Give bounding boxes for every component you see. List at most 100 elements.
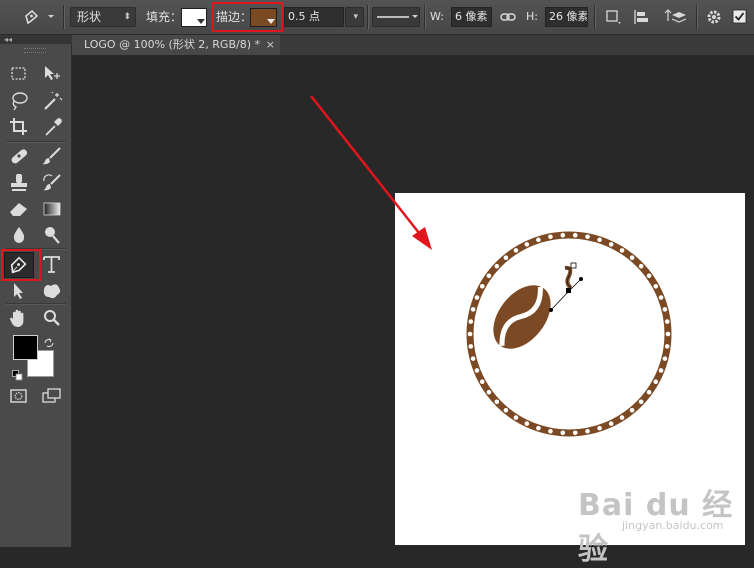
ring-dot <box>548 428 553 434</box>
ring-dot <box>585 234 590 240</box>
ring-dot <box>653 284 659 289</box>
corner-arrow-icon <box>197 19 205 24</box>
ring-dot <box>468 319 474 324</box>
ring-dot <box>494 399 500 405</box>
ring-dot <box>646 273 652 279</box>
ring-dot <box>662 356 668 361</box>
history-brush-icon <box>43 174 61 191</box>
ring-dot <box>629 407 635 413</box>
ring-dot <box>470 307 476 312</box>
hand-icon <box>9 309 24 327</box>
ring-dot <box>664 344 670 349</box>
healing-brush-tool[interactable] <box>7 145 31 167</box>
panel-grip[interactable] <box>24 48 46 53</box>
ring-dot <box>503 255 509 261</box>
eyedropper-icon <box>45 118 62 136</box>
eraser-tool[interactable] <box>7 198 31 220</box>
path-selection-tool[interactable] <box>7 280 31 302</box>
link-icon <box>500 13 516 21</box>
history-brush-tool[interactable] <box>40 172 64 194</box>
bandage-icon <box>11 149 28 164</box>
tool-separator <box>6 141 66 143</box>
eyedropper-tool[interactable] <box>40 116 64 138</box>
fill-label: 填充： <box>146 10 183 24</box>
quick-mask-button[interactable] <box>7 385 31 407</box>
width-field[interactable]: 6 像素 <box>451 7 492 27</box>
blur-tool[interactable] <box>7 224 31 246</box>
fill-swatch[interactable] <box>181 8 207 27</box>
watermark-url: jingyan.baidu.com <box>622 519 724 532</box>
ring-dot <box>486 389 492 395</box>
ring-dot <box>658 295 664 300</box>
pen-tool-highlight-box <box>1 249 41 281</box>
hand-tool[interactable] <box>7 307 31 329</box>
anchor-point[interactable] <box>570 262 577 269</box>
lasso-icon <box>12 92 28 111</box>
path-alignment-button[interactable] <box>631 7 653 27</box>
lasso-tool[interactable] <box>7 90 31 112</box>
magic-wand-icon <box>44 91 63 110</box>
screen-mode-button[interactable] <box>40 385 64 407</box>
stroke-swatch[interactable] <box>250 8 277 27</box>
stroke-width-field[interactable]: 0.5 点 <box>284 7 344 27</box>
ring-dot <box>629 255 635 261</box>
dodge-icon <box>45 227 60 244</box>
type-tool[interactable] <box>40 253 64 275</box>
tool-mode-value: 形状 <box>77 10 102 24</box>
path-arrangement-button[interactable] <box>661 7 687 27</box>
custom-shape-tool[interactable] <box>40 280 64 302</box>
default-colors-button[interactable] <box>12 366 23 381</box>
tool-separator <box>6 303 66 305</box>
foreground-color-swatch[interactable] <box>13 335 38 360</box>
ring-dot <box>638 399 644 405</box>
stroke-style-dropdown[interactable] <box>372 7 420 27</box>
clone-stamp-tool[interactable] <box>7 172 31 194</box>
stroke-width-dropdown[interactable]: ▾ <box>345 7 364 27</box>
ring-dot <box>608 242 614 247</box>
anchor-point-selected[interactable] <box>566 288 571 293</box>
handle-point[interactable] <box>549 308 553 312</box>
dodge-tool[interactable] <box>40 224 64 246</box>
marquee-icon <box>11 67 26 80</box>
eraser-icon <box>10 203 27 216</box>
collapse-panel-button[interactable]: ◂◂ <box>0 35 72 44</box>
direction-line <box>550 290 570 311</box>
document-tab[interactable]: LOGO @ 100% (形状 2, RGB/8) * × <box>72 35 280 55</box>
ring-dot <box>664 319 670 324</box>
stamp-icon <box>11 174 27 191</box>
ring-dot <box>536 237 541 243</box>
handle-point[interactable] <box>579 277 583 281</box>
height-field[interactable]: 26 像素 <box>545 7 588 27</box>
height-label: H: <box>526 10 538 23</box>
link-dimensions-button[interactable] <box>498 7 518 27</box>
gradient-tool[interactable] <box>40 198 64 220</box>
tool-mode-dropdown[interactable]: 形状 ⬍ <box>70 7 136 27</box>
path-operations-icon <box>606 10 621 24</box>
gear-icon <box>707 10 721 24</box>
brush-icon <box>42 147 61 165</box>
width-label: W: <box>430 10 444 23</box>
type-icon <box>43 256 60 273</box>
align-edges-checkbox[interactable] <box>730 7 750 27</box>
ring-dot <box>479 284 485 289</box>
checkbox-checked-icon <box>732 9 747 24</box>
separator <box>367 5 369 29</box>
brush-tool[interactable] <box>40 145 64 167</box>
magic-wand-tool[interactable] <box>40 90 64 112</box>
ring-dot <box>619 415 625 420</box>
crop-tool[interactable] <box>7 116 31 138</box>
move-tool[interactable] <box>40 63 64 85</box>
ring-dot <box>646 389 652 395</box>
arrange-icon <box>664 9 687 23</box>
marquee-tool[interactable] <box>7 63 31 85</box>
ring-dot <box>494 263 500 269</box>
separator <box>424 5 426 29</box>
tool-preset-picker[interactable] <box>20 7 58 27</box>
ring-dot <box>470 356 476 361</box>
settings-button[interactable] <box>704 7 724 27</box>
swap-colors-button[interactable] <box>43 334 55 348</box>
close-tab-icon[interactable]: × <box>266 35 275 55</box>
zoom-tool[interactable] <box>40 307 64 329</box>
path-operations-button[interactable] <box>603 7 625 27</box>
stroke-label: 描边： <box>216 10 253 24</box>
